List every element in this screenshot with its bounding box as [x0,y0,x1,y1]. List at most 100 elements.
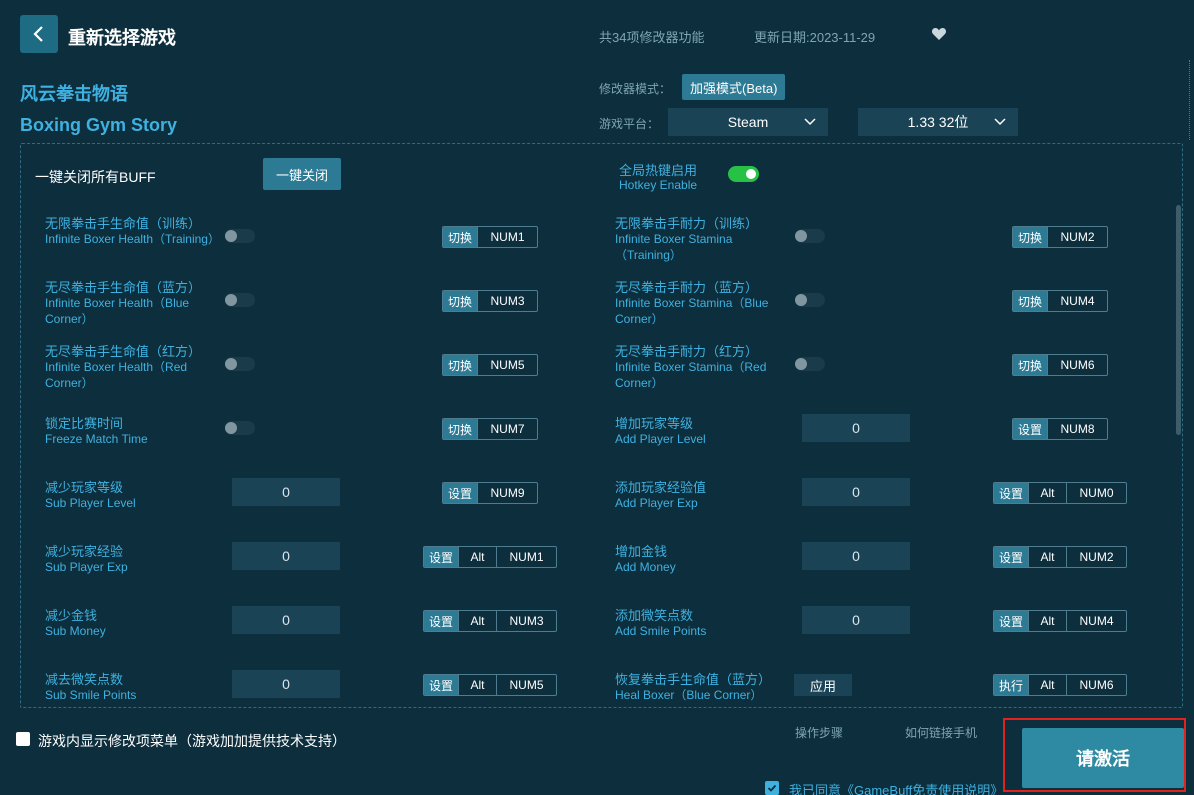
feature-toggle[interactable] [795,357,825,371]
hotkey-button[interactable]: 切换 NUM4 [1012,290,1109,312]
phone-link[interactable]: 如何链接手机 [905,724,977,741]
hotkey-action: 设置 [994,611,1029,631]
activate-button[interactable]: 请激活 [1022,728,1184,788]
apply-button[interactable]: 应用 [794,674,852,696]
value-input[interactable] [802,414,910,442]
value-input[interactable] [232,670,340,698]
hotkey-key: NUM2 [1047,227,1107,247]
hotkey-button[interactable]: 设置 NUM9 [442,482,539,504]
item-label-en: Add Smile Points [615,624,707,638]
hotkey-label-cn: 全局热键启用 [619,163,698,178]
feature-count: 共34项修改器功能 [599,30,705,45]
item-label-cn: 恢复拳击手生命值（蓝方） [615,672,772,687]
hotkey-key: NUM3 [496,611,556,631]
hotkey-action: 切换 [443,419,478,439]
chevron-down-icon [804,118,816,126]
item-label-en: Infinite Boxer Stamina（Training） [615,232,733,262]
hotkey-button[interactable]: 设置 Alt NUM5 [423,674,558,696]
close-all-button[interactable]: 一键关闭 [263,158,341,190]
platform-select[interactable]: Steam [668,108,828,136]
item-label-en: Add Player Exp [615,496,698,510]
version-select[interactable]: 1.33 32位 [858,108,1018,136]
value-input[interactable] [802,542,910,570]
heart-icon[interactable] [931,26,947,42]
menu-checkbox[interactable] [16,732,30,746]
buff-label: 一键关闭所有BUFF [35,169,156,185]
hotkey-toggle[interactable] [728,166,759,182]
game-title-cn: 风云拳击物语 [20,84,128,104]
platform-label: 游戏平台： [599,117,660,131]
version-value: 1.33 32位 [907,114,969,130]
hotkey-action: 切换 [1013,227,1048,247]
hotkey-button[interactable]: 执行 Alt NUM6 [993,674,1128,696]
hotkey-key: NUM3 [477,291,537,311]
hotkey-button[interactable]: 设置 Alt NUM3 [423,610,558,632]
item-label-cn: 减少金钱 [45,608,98,623]
steps-link[interactable]: 操作步骤 [795,724,843,741]
hotkey-key: NUM0 [1066,483,1126,503]
value-input[interactable] [232,542,340,570]
item-label-en: Freeze Match Time [45,432,148,446]
scrollbar[interactable] [1176,205,1181,435]
item-label-en: Sub Money [45,624,106,638]
hotkey-modifier: Alt [458,675,496,695]
feature-toggle[interactable] [225,357,255,371]
update-date: 更新日期:2023-11-29 [754,30,876,45]
value-input[interactable] [232,478,340,506]
hotkey-action: 切换 [443,355,478,375]
hotkey-button[interactable]: 切换 NUM1 [442,226,539,248]
page-title: 重新选择游戏 [68,28,176,48]
hotkey-button[interactable]: 切换 NUM6 [1012,354,1109,376]
feature-toggle[interactable] [225,421,255,435]
feature-toggle[interactable] [795,293,825,307]
item-label-en: Heal Boxer（Blue Corner） [615,688,763,702]
hotkey-action: 设置 [1013,419,1048,439]
item-label-cn: 无尽拳击手生命值（蓝方） [45,280,202,295]
hotkey-key: NUM1 [496,547,556,567]
hotkey-button[interactable]: 切换 NUM3 [442,290,539,312]
hotkey-button[interactable]: 设置 Alt NUM2 [993,546,1128,568]
hotkey-modifier: Alt [1028,611,1066,631]
value-input[interactable] [802,478,910,506]
hotkey-button[interactable]: 切换 NUM7 [442,418,539,440]
hotkey-key: NUM6 [1066,675,1126,695]
hotkey-action: 设置 [424,675,459,695]
agree-text[interactable]: 我已同意《GameBuff免责使用说明》 [789,780,1003,795]
hotkey-action: 切换 [1013,355,1048,375]
item-label-en: Add Player Level [615,432,706,446]
back-button[interactable] [20,15,58,53]
value-input[interactable] [802,606,910,634]
item-label-en: Infinite Boxer Health（Training） [45,232,220,246]
item-label-cn: 减去微笑点数 [45,672,124,687]
hotkey-button[interactable]: 切换 NUM5 [442,354,539,376]
hotkey-key: NUM4 [1066,611,1126,631]
item-label-cn: 添加微笑点数 [615,608,694,623]
item-label-en: Infinite Boxer Health（Blue Corner） [45,296,190,326]
hotkey-key: NUM2 [1066,547,1126,567]
hotkey-button[interactable]: 设置 Alt NUM1 [423,546,558,568]
hotkey-button[interactable]: 设置 Alt NUM0 [993,482,1128,504]
feature-toggle[interactable] [225,229,255,243]
agree-checkbox[interactable] [765,781,779,795]
hotkey-modifier: Alt [1028,483,1066,503]
item-label-cn: 无尽拳击手耐力（蓝方） [615,280,759,295]
item-label-cn: 无尽拳击手生命值（红方） [45,344,202,359]
hotkey-button[interactable]: 切换 NUM2 [1012,226,1109,248]
hotkey-action: 设置 [443,483,478,503]
feature-toggle[interactable] [225,293,255,307]
hotkey-label-en: Hotkey Enable [619,178,698,192]
hotkey-action: 设置 [994,547,1029,567]
feature-toggle[interactable] [795,229,825,243]
mode-button[interactable]: 加强模式(Beta) [682,74,786,100]
item-label-cn: 锁定比赛时间 [45,416,124,431]
item-label-cn: 减少玩家经验 [45,544,124,559]
value-input[interactable] [232,606,340,634]
hotkey-button[interactable]: 设置 Alt NUM4 [993,610,1128,632]
hotkey-action: 设置 [424,611,459,631]
chevron-down-icon [994,118,1006,126]
hotkey-button[interactable]: 设置 NUM8 [1012,418,1109,440]
item-label-cn: 增加金钱 [615,544,668,559]
item-label-cn: 无限拳击手生命值（训练） [45,216,202,231]
item-label-en: Infinite Boxer Health（Red Corner） [45,360,188,390]
item-label-cn: 减少玩家等级 [45,480,124,495]
